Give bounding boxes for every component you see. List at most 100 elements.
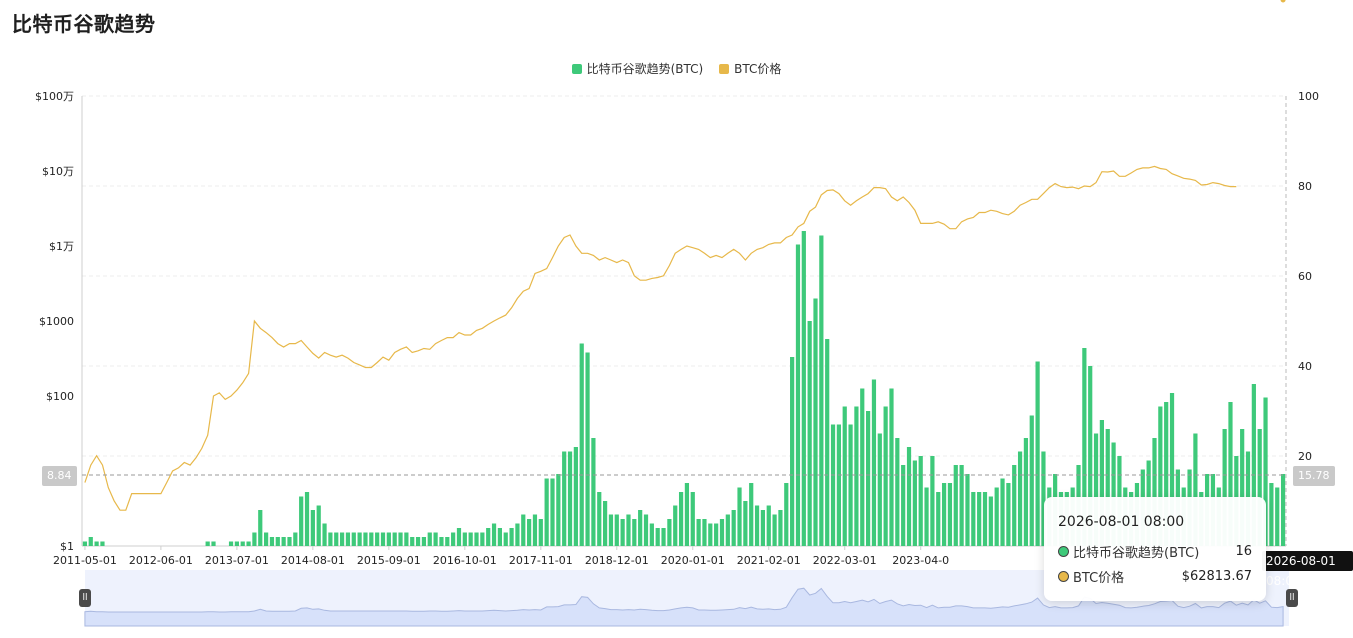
y-left-tick-label: $1 <box>60 540 74 553</box>
bar <box>281 537 286 546</box>
bar <box>848 424 853 546</box>
x-tick-label: 2011-05-01 <box>53 554 117 567</box>
bar <box>275 537 280 546</box>
y-right-tick-label: 60 <box>1298 270 1312 283</box>
bar <box>486 528 491 546</box>
bar <box>696 519 701 546</box>
bar <box>240 541 245 546</box>
bar <box>1012 465 1017 546</box>
x-tick-label: 2017-11-01 <box>509 554 573 567</box>
bar <box>678 492 684 546</box>
bar <box>889 388 894 546</box>
bar <box>988 496 993 546</box>
bar <box>790 357 795 546</box>
bar <box>649 523 654 546</box>
bar <box>532 514 538 546</box>
bar <box>982 492 988 546</box>
bar <box>708 523 713 546</box>
bar <box>1269 483 1274 546</box>
y-left-tick-label: $100 <box>46 390 74 403</box>
tooltip-row-trend: 比特币谷歌趋势(BTC) 16 <box>1058 542 1252 561</box>
bar <box>719 519 725 546</box>
bar <box>398 532 403 546</box>
bar <box>252 532 257 546</box>
bar <box>877 433 882 546</box>
bar <box>585 352 590 546</box>
x-tick-label: 2018-12-01 <box>585 554 649 567</box>
bar <box>1023 438 1029 546</box>
bar <box>971 492 976 546</box>
bar <box>608 514 614 546</box>
bar <box>901 465 906 546</box>
bar <box>299 496 304 546</box>
zoom-handle-left[interactable]: ll <box>79 589 91 607</box>
bar <box>795 244 801 546</box>
bar <box>573 447 578 546</box>
bar <box>351 532 356 546</box>
x-tick-label: 2023-04-0 <box>892 554 949 567</box>
bar <box>357 532 362 546</box>
bar <box>205 541 210 546</box>
bar <box>614 514 619 546</box>
bar <box>246 541 251 546</box>
y-right-tick-label: 40 <box>1298 360 1312 373</box>
bar <box>293 532 298 546</box>
x-tick-label: 2013-07-01 <box>205 554 269 567</box>
bar <box>287 537 292 546</box>
zoom-handle-right[interactable]: ll <box>1286 589 1298 607</box>
bar <box>456 528 462 546</box>
bar <box>234 541 239 546</box>
bar <box>1006 483 1011 546</box>
y-left-tick-label: $100万 <box>35 90 74 103</box>
bar <box>626 514 631 546</box>
x-tick-label: 2014-08-01 <box>281 554 345 567</box>
bar <box>883 406 888 546</box>
bar <box>567 451 573 546</box>
bar <box>345 532 351 546</box>
bar <box>94 541 99 546</box>
bar <box>994 487 999 546</box>
bar <box>667 519 672 546</box>
bar <box>415 537 421 546</box>
tooltip-dot-price <box>1058 571 1069 582</box>
bar <box>491 523 497 546</box>
tooltip-date: 2026-08-01 08:00 <box>1058 514 1185 530</box>
bar <box>386 532 391 546</box>
bar <box>1280 474 1286 546</box>
bar <box>772 514 777 546</box>
bar <box>602 501 608 546</box>
crosshair-x-label: 2026-08-01 08:00 <box>1262 551 1353 588</box>
bar <box>521 514 526 546</box>
bar <box>766 505 771 546</box>
y-right-tick-label: 20 <box>1298 450 1312 463</box>
bar <box>912 460 917 546</box>
bar <box>363 532 368 546</box>
bar <box>328 532 333 546</box>
bar <box>527 519 532 546</box>
bar <box>801 231 806 546</box>
bar <box>474 532 479 546</box>
bar <box>655 528 660 546</box>
bar <box>842 406 847 546</box>
tooltip-value-trend: 16 <box>1235 544 1252 559</box>
bar <box>369 532 374 546</box>
bar <box>854 406 859 546</box>
bar <box>702 519 707 546</box>
y-right-tick-label: 100 <box>1298 90 1319 103</box>
bar <box>1029 415 1034 546</box>
bar <box>965 474 970 546</box>
crosshair-left-value: 8.84 <box>42 466 77 486</box>
bar <box>749 483 754 546</box>
bar <box>322 523 327 546</box>
bar <box>544 478 549 546</box>
bar <box>1017 451 1023 546</box>
bar <box>445 537 450 546</box>
bar <box>930 456 935 546</box>
bar <box>778 510 783 546</box>
bar <box>1000 478 1005 546</box>
bar <box>480 532 485 546</box>
bar <box>404 532 409 546</box>
bar <box>924 487 929 546</box>
bar <box>906 447 912 546</box>
bar <box>269 537 275 546</box>
